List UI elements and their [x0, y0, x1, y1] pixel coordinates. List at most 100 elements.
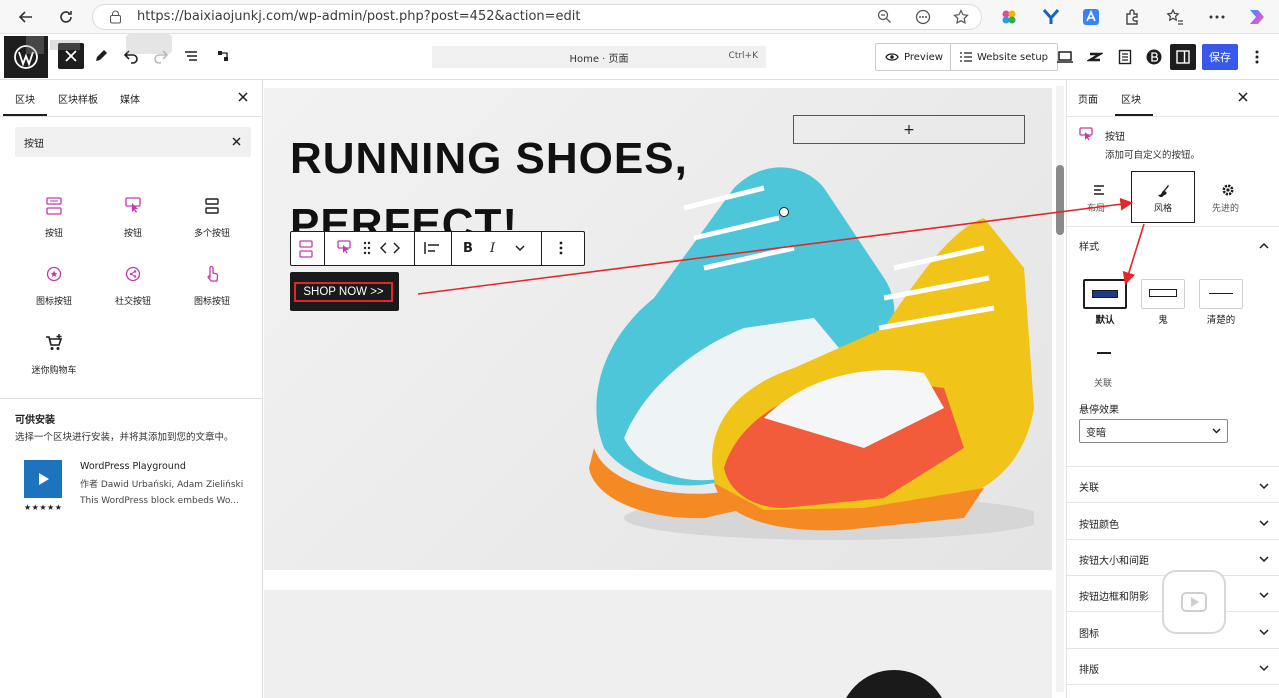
italic-icon[interactable]: I — [490, 241, 495, 256]
close-sidebar-icon[interactable] — [1238, 92, 1248, 102]
resize-handle-icon[interactable] — [779, 207, 789, 217]
save-button[interactable]: 保存 — [1202, 44, 1238, 70]
subtab-style[interactable]: 风格 — [1154, 201, 1172, 214]
tab-blocks[interactable]: 区块 — [15, 91, 35, 106]
style-option-plain-label: 清楚的 — [1206, 315, 1236, 326]
star-circle-icon — [15, 261, 93, 287]
block-item-icon-button[interactable]: 图标按钮 — [15, 261, 93, 307]
close-inserter-icon[interactable] — [238, 92, 248, 102]
block-toolbar: B I — [290, 231, 585, 266]
bold-icon[interactable]: B — [463, 241, 473, 256]
flower-extension-icon[interactable] — [1000, 8, 1018, 26]
plugin-name[interactable]: WordPress Playground — [80, 461, 186, 472]
style-option-ghost-label: 鬼 — [1158, 315, 1168, 326]
command-bar-shortcut: Ctrl+K — [728, 51, 758, 61]
installable-desc: 选择一个区块进行安装，并将其添加到您的文章中。 — [15, 432, 234, 443]
shop-now-button-block[interactable]: SHOP NOW >> — [290, 272, 399, 311]
link-style-preview[interactable] — [1097, 352, 1111, 354]
plugin-b-icon[interactable] — [1141, 44, 1167, 70]
device-preview-icon[interactable] — [1052, 44, 1078, 70]
plugin-author: 作者 Dawid Urbański, Adam Zieliński — [80, 480, 244, 490]
panel-title: 图标 — [1079, 629, 1099, 640]
subtab-layout[interactable]: 布局 — [1087, 201, 1105, 214]
block-type-buttons-icon[interactable] — [299, 240, 313, 258]
layout-icon[interactable] — [1093, 184, 1105, 196]
move-left-right-icon[interactable] — [379, 242, 401, 254]
browser-toolbar: https://baixiaojunkj.com/wp-admin/post.p… — [0, 0, 1279, 34]
styles-title: 样式 — [1079, 242, 1099, 253]
video-play-overlay-icon[interactable] — [1162, 570, 1226, 634]
block-item-multi-buttons[interactable]: 多个按钮 — [173, 193, 251, 239]
back-arrow-icon[interactable] — [14, 5, 38, 29]
block-search-input[interactable]: 按钮 — [15, 127, 251, 157]
style-option-ghost[interactable] — [1141, 279, 1185, 309]
heading-line-1: RUNNING SHOES, — [290, 134, 688, 183]
block-item-mini-cart[interactable]: 迷你购物车 — [15, 330, 93, 376]
clear-search-icon[interactable] — [232, 137, 241, 146]
section-divider — [1067, 648, 1279, 649]
zoom-icon[interactable] — [877, 9, 892, 24]
advanced-gear-icon[interactable] — [1221, 183, 1235, 197]
canvas-scrollbar-thumb[interactable] — [1056, 165, 1064, 235]
playground-play-icon[interactable] — [24, 460, 62, 498]
toolbar-divider — [541, 232, 542, 265]
options-vertical-icon[interactable] — [1244, 44, 1270, 70]
block-parent-button-icon[interactable] — [337, 240, 351, 256]
block-label: 多个按钮 — [193, 229, 230, 239]
favorite-star-icon[interactable] — [953, 9, 969, 25]
block-inserter-panel: 区块 区块样板 媒体 按钮 按钮 按钮 多个按钮 图标按钮 社交按钮 图标按钮 … — [0, 80, 263, 698]
extensions-puzzle-icon[interactable] — [1124, 8, 1142, 26]
copilot-icon[interactable] — [1246, 6, 1268, 28]
editor-canvas[interactable]: RUNNING SHOES, PERFECT! + B I SHOP NOW >… — [264, 80, 1056, 698]
style-option-default[interactable] — [1083, 279, 1127, 309]
chevron-down-icon — [1259, 665, 1269, 672]
block-item-button-2[interactable]: 按钮 — [94, 193, 172, 239]
panel-button-size-spacing[interactable]: 按钮大小和间距 — [1079, 552, 1269, 567]
panel-typography[interactable]: 排版 — [1079, 661, 1269, 676]
reading-mode-icon[interactable] — [915, 9, 931, 25]
translate-extension-icon[interactable] — [1082, 8, 1100, 26]
add-block-button[interactable]: + — [793, 115, 1025, 144]
block-item-social-button[interactable]: 社交按钮 — [94, 261, 172, 307]
document-overview-icon[interactable] — [178, 43, 204, 69]
styles-panel-header[interactable]: 样式 — [1079, 238, 1269, 253]
subtab-advanced[interactable]: 先进的 — [1212, 201, 1239, 214]
panel-link[interactable]: 关联 — [1079, 479, 1269, 494]
style-option-plain[interactable] — [1199, 279, 1243, 309]
more-menu-icon[interactable] — [1208, 8, 1226, 26]
favorites-list-icon[interactable] — [1166, 8, 1184, 26]
preview-button[interactable]: Preview — [875, 43, 953, 71]
panel-button-colors[interactable]: 按钮颜色 — [1079, 516, 1269, 531]
block-item-button[interactable]: 按钮 — [15, 193, 93, 239]
block-label: 迷你购物车 — [31, 366, 77, 376]
drag-handle-icon[interactable] — [363, 241, 371, 255]
block-label: 图标按钮 — [35, 297, 72, 307]
align-icon[interactable] — [424, 241, 440, 255]
chevron-down-icon — [1259, 483, 1269, 490]
website-setup-button[interactable]: Website setup — [950, 43, 1059, 71]
settings-sidebar-toggle-icon[interactable] — [1170, 44, 1196, 70]
reload-icon[interactable] — [54, 5, 78, 29]
y-extension-icon[interactable] — [1042, 8, 1060, 26]
document-icon[interactable] — [1112, 44, 1138, 70]
command-palette-bar[interactable]: Home · 页面 Ctrl+K — [432, 46, 766, 68]
shop-now-button-text[interactable]: SHOP NOW >> — [294, 282, 393, 302]
next-section[interactable] — [264, 590, 1052, 698]
cart-icon — [15, 330, 93, 356]
address-bar[interactable]: https://baixiaojunkj.com/wp-admin/post.p… — [92, 4, 982, 30]
block-item-icon-button-2[interactable]: 图标按钮 — [173, 261, 251, 307]
style-brush-icon[interactable] — [1156, 183, 1170, 197]
tab-divider — [0, 116, 263, 117]
tab-patterns[interactable]: 区块样板 — [58, 91, 98, 106]
hover-effect-select[interactable]: 变暗 — [1079, 419, 1228, 443]
tab-page[interactable]: 页面 — [1078, 91, 1098, 106]
site-info-icon[interactable] — [109, 10, 122, 24]
hero-section[interactable]: RUNNING SHOES, PERFECT! + — [264, 88, 1052, 570]
tab-block[interactable]: 区块 — [1121, 91, 1141, 106]
tab-media[interactable]: 媒体 — [120, 91, 140, 106]
stackable-icon[interactable] — [1082, 44, 1108, 70]
more-formats-chevron-icon[interactable] — [514, 244, 526, 252]
style-option-link-label[interactable]: 关联 — [1094, 376, 1112, 389]
block-outline-icon[interactable] — [210, 43, 236, 69]
block-options-icon[interactable] — [559, 241, 563, 255]
